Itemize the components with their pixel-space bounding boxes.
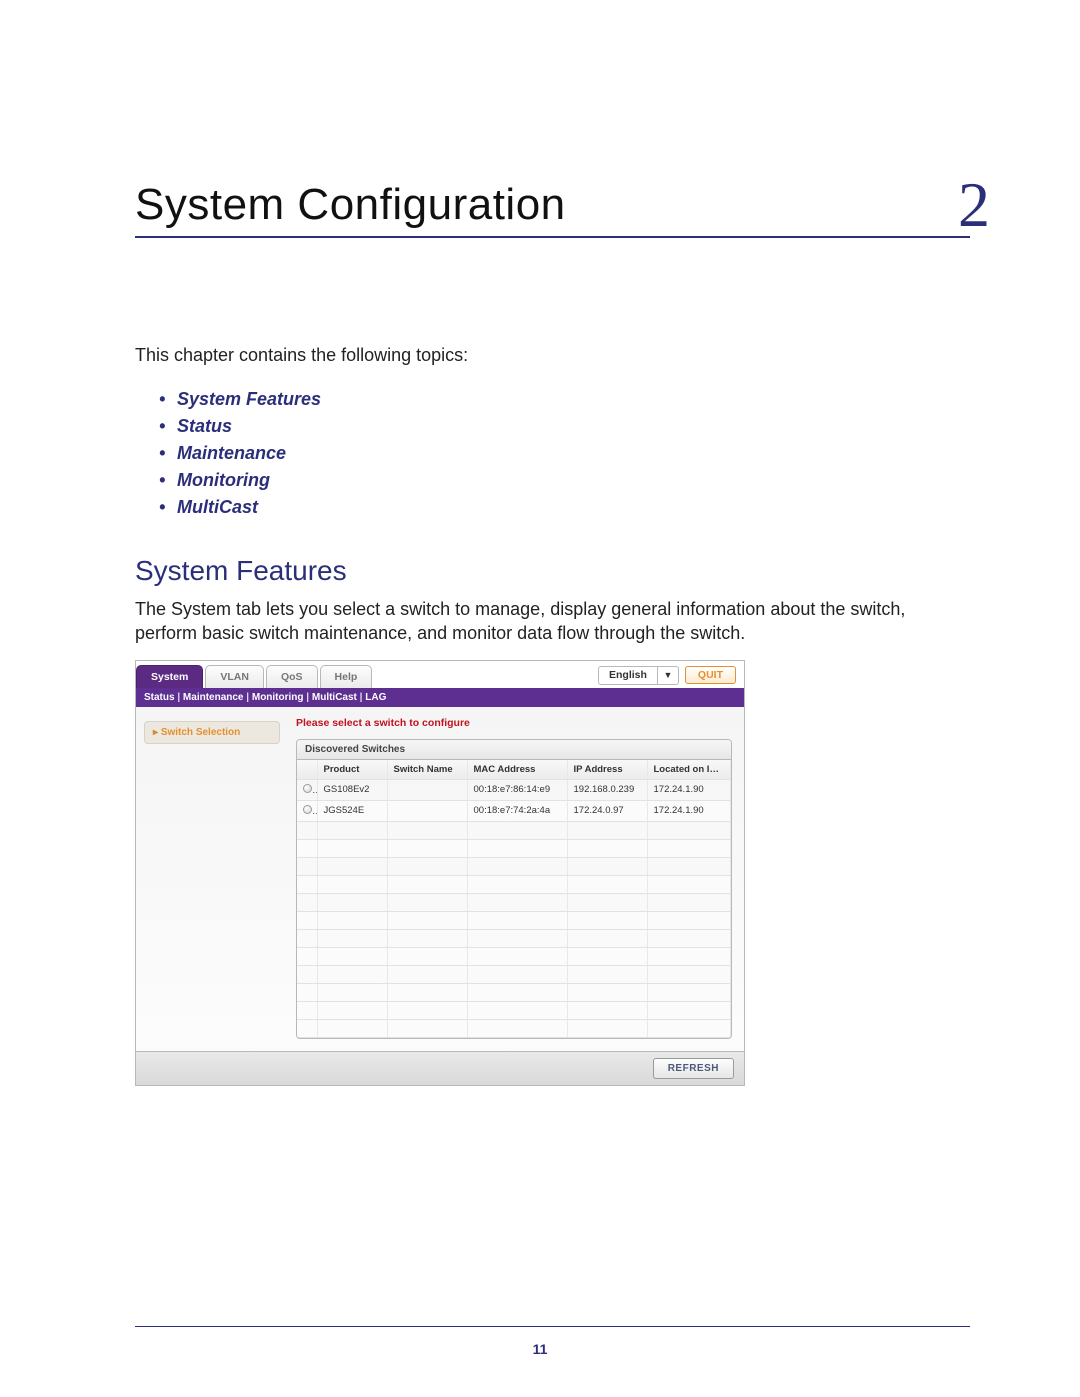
radio-icon (303, 805, 312, 814)
row-radio[interactable] (297, 779, 317, 800)
topic-link[interactable]: MultiCast (159, 494, 970, 521)
app-footer: REFRESH (136, 1051, 744, 1085)
tab-qos[interactable]: QoS (266, 665, 318, 688)
table-row-empty (297, 929, 731, 947)
prompt-text: Please select a switch to configure (296, 717, 732, 729)
chapter-title: System Configuration (135, 180, 970, 230)
app-topbar: System VLAN QoS Help English ▼ QUIT (136, 661, 744, 688)
cell-ip: 172.24.0.97 (567, 800, 647, 821)
table-row-empty (297, 965, 731, 983)
tab-strip: System VLAN QoS Help (136, 665, 374, 688)
chapter-header: System Configuration 2 (135, 180, 970, 238)
sub-nav: Status | Maintenance | Monitoring | Mult… (136, 688, 744, 707)
tab-vlan[interactable]: VLAN (205, 665, 264, 688)
intro-text: This chapter contains the following topi… (135, 343, 970, 368)
page-number: 11 (0, 1341, 1080, 1357)
table-row-empty (297, 983, 731, 1001)
subnav-item[interactable]: Monitoring (252, 692, 304, 703)
subnav-item[interactable]: Status (144, 692, 175, 703)
subnav-item[interactable]: Maintenance (183, 692, 244, 703)
page: System Configuration 2 This chapter cont… (0, 0, 1080, 1397)
sidebar-item-switch-selection[interactable]: ▸ Switch Selection (144, 721, 280, 744)
section-heading: System Features (135, 555, 970, 587)
panel-title: Discovered Switches (297, 740, 731, 760)
chapter-number: 2 (958, 168, 990, 242)
cell-switch-name (387, 779, 467, 800)
topic-link[interactable]: Status (159, 413, 970, 440)
subnav-item[interactable]: MultiCast (312, 692, 357, 703)
app-body: ▸ Switch Selection Please select a switc… (136, 707, 744, 1051)
cell-mac: 00:18:e7:74:2a:4a (467, 800, 567, 821)
table-row-empty (297, 857, 731, 875)
sidebar: ▸ Switch Selection (136, 707, 286, 1051)
subnav-item[interactable]: LAG (365, 692, 386, 703)
quit-button[interactable]: QUIT (685, 666, 736, 684)
topic-link[interactable]: System Features (159, 386, 970, 413)
topic-list: System Features Status Maintenance Monit… (159, 386, 970, 521)
app-window: System VLAN QoS Help English ▼ QUIT Stat… (135, 660, 745, 1086)
cell-product: GS108Ev2 (317, 779, 387, 800)
col-net: Located on IP Network (647, 760, 731, 780)
table-row-empty (297, 911, 731, 929)
footer-rule (135, 1326, 970, 1327)
col-switch-name: Switch Name (387, 760, 467, 780)
refresh-button[interactable]: REFRESH (653, 1058, 734, 1079)
col-ip: IP Address (567, 760, 647, 780)
tab-system[interactable]: System (136, 665, 203, 688)
topic-link[interactable]: Monitoring (159, 467, 970, 494)
cell-switch-name (387, 800, 467, 821)
table-header-row: Product Switch Name MAC Address IP Addre… (297, 760, 731, 780)
cell-product: JGS524E (317, 800, 387, 821)
cell-ip: 192.168.0.239 (567, 779, 647, 800)
col-product: Product (317, 760, 387, 780)
table-row-empty (297, 1001, 731, 1019)
cell-net: 172.24.1.90 (647, 779, 731, 800)
table-row-empty (297, 821, 731, 839)
table-row-empty (297, 875, 731, 893)
table-row-empty (297, 1019, 731, 1037)
row-radio[interactable] (297, 800, 317, 821)
table-row[interactable]: GS108Ev2 00:18:e7:86:14:e9192.168.0.23917… (297, 779, 731, 800)
table-row-empty (297, 947, 731, 965)
discovered-table: Product Switch Name MAC Address IP Addre… (297, 760, 731, 1038)
sidebar-item-label: Switch Selection (161, 727, 240, 738)
language-select[interactable]: English ▼ (598, 666, 679, 685)
radio-icon (303, 784, 312, 793)
section-body: The System tab lets you select a switch … (135, 597, 970, 646)
topbar-right: English ▼ QUIT (598, 666, 736, 685)
language-value: English (599, 667, 657, 684)
discovered-panel: Discovered Switches Product Switch Name … (296, 739, 732, 1039)
cell-net: 172.24.1.90 (647, 800, 731, 821)
tab-help[interactable]: Help (320, 665, 373, 688)
table-row-empty (297, 893, 731, 911)
main-pane: Please select a switch to configure Disc… (286, 707, 744, 1051)
table-row-empty (297, 839, 731, 857)
col-mac: MAC Address (467, 760, 567, 780)
topic-link[interactable]: Maintenance (159, 440, 970, 467)
chevron-down-icon: ▼ (657, 667, 678, 684)
table-row[interactable]: JGS524E 00:18:e7:74:2a:4a172.24.0.97172.2… (297, 800, 731, 821)
cell-mac: 00:18:e7:86:14:e9 (467, 779, 567, 800)
